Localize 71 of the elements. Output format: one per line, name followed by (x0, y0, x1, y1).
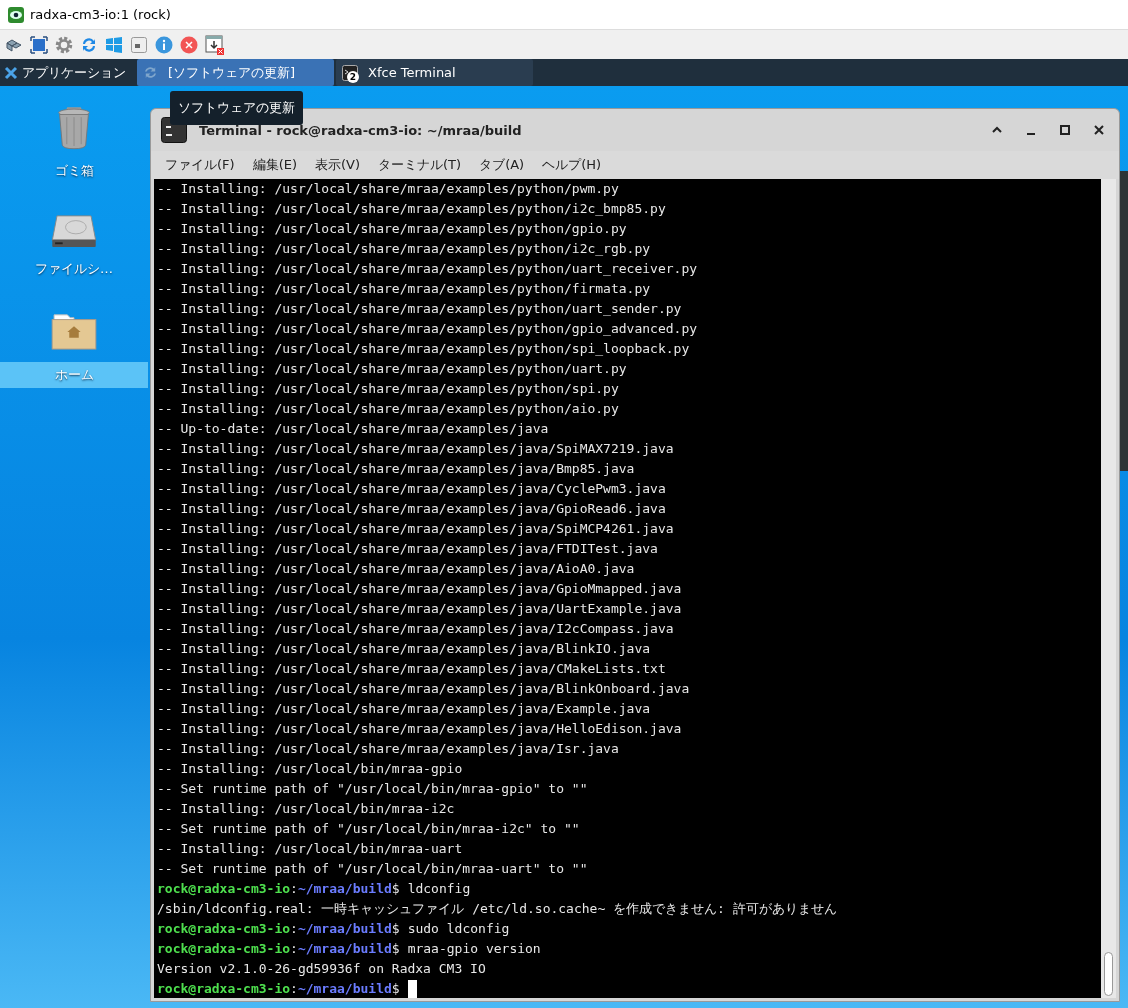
applications-menu[interactable]: アプリケーション (0, 59, 136, 86)
output-line: -- Installing: /usr/local/share/mraa/examples/python/pwm.py (157, 180, 620, 198)
output-line: Version v2.1.0-26-gd59936f on Radxa CM3 IO (157, 960, 487, 978)
menu-item[interactable]: 表示(V) (315, 156, 361, 174)
output-line: -- Installing: /usr/local/share/mraa/examples/java/SpiMCP4261.java (157, 520, 675, 538)
menu-item[interactable]: ターミナル(T) (378, 156, 462, 174)
output-line: -- Installing: /usr/local/share/mraa/examples/java/HelloEdison.java (157, 720, 683, 738)
tooltip: ソフトウェアの更新 (170, 91, 303, 125)
refresh-icon[interactable] (80, 35, 98, 54)
output-line: -- Installing: /usr/local/share/mraa/examples/java/BlinkOnboard.java (157, 680, 691, 698)
output-line: -- Installing: /usr/local/share/mraa/examples/python/spi_loopback.py (157, 340, 691, 358)
output-line: -- Installing: /usr/local/bin/mraa-uart (157, 840, 464, 858)
output-line: -- Installing: /usr/local/share/mraa/examples/java/I2cCompass.java (157, 620, 675, 638)
output-line: -- Installing: /usr/local/share/mraa/examples/python/i2c_bmp85.py (157, 200, 667, 218)
output-line: -- Installing: /usr/local/share/mraa/examples/java/CMakeLists.txt (157, 660, 667, 678)
shell-prompt: rock@radxa-cm3-io:~/mraa/build$ (157, 920, 400, 938)
taskbar-button[interactable]: [ソフトウェアの更新] (137, 59, 334, 86)
output-line: -- Set runtime path of "/usr/local/bin/mraa-uart" to "" (157, 860, 589, 878)
refresh-icon (143, 65, 158, 80)
maximize-icon[interactable] (1059, 124, 1071, 136)
window-title: Terminal - rock@radxa-cm3-io: ~/mraa/build (199, 122, 523, 138)
output-line: -- Up-to-date: /usr/local/share/mraa/examples/java (157, 420, 550, 438)
windows-logo-icon[interactable] (105, 35, 123, 54)
output-line: -- Installing: /usr/local/share/mraa/examples/java/AioA0.java (157, 560, 636, 578)
output-line: -- Installing: /usr/local/share/mraa/examples/python/gpio.py (157, 220, 628, 238)
xfce-x-icon (4, 65, 18, 80)
output-line: -- Installing: /usr/local/bin/mraa-gpio (157, 760, 464, 778)
output-line: -- Installing: /usr/local/share/mraa/examples/java/Isr.java (157, 740, 620, 758)
taskbar-button[interactable]: 2 Xfce Terminal (336, 59, 533, 86)
output-line: -- Installing: /usr/local/share/mraa/examples/java/UartExample.java (157, 600, 683, 618)
output-line: -- Installing: /usr/local/share/mraa/examples/python/gpio_advanced.py (157, 320, 699, 338)
output-line: -- Installing: /usr/local/bin/mraa-i2c (157, 800, 456, 818)
fullscreen-icon[interactable] (30, 35, 48, 54)
output-line: -- Installing: /usr/local/share/mraa/examples/java/Example.java (157, 700, 652, 718)
output-line: -- Installing: /usr/local/share/mraa/examples/java/BlinkIO.java (157, 640, 652, 658)
menu-item[interactable]: ヘルプ(H) (542, 156, 602, 174)
shell-prompt: rock@radxa-cm3-io:~/mraa/build$ (157, 880, 400, 898)
home-folder-icon[interactable] (51, 312, 97, 350)
key-icon[interactable] (130, 35, 148, 54)
hard-drive-icon[interactable] (51, 214, 97, 248)
output-line: /sbin/ldconfig.real: 一時キャッシュファイル /etc/ld.so.cache~ を作成できません: 許可がありません (157, 900, 838, 918)
output-line: -- Installing: /usr/local/share/mraa/examples/java/SpiMAX7219.java (157, 440, 675, 458)
output-line: -- Set runtime path of "/usr/local/bin/mraa-i2c" to "" (157, 820, 581, 838)
download-window-icon[interactable] (205, 34, 225, 55)
scrollbar-thumb[interactable] (1104, 952, 1113, 996)
menu-item[interactable]: ファイル(F) (165, 156, 235, 174)
output-line: -- Set runtime path of "/usr/local/bin/mraa-gpio" to "" (157, 780, 589, 798)
output-line: -- Installing: /usr/local/share/mraa/examples/python/uart_sender.py (157, 300, 683, 318)
output-line: -- Installing: /usr/local/share/mraa/examples/java/Bmp85.java (157, 460, 636, 478)
output-line: -- Installing: /usr/local/share/mraa/examples/python/i2c_rgb.py (157, 240, 652, 258)
shell-prompt: rock@radxa-cm3-io:~/mraa/build$ (157, 940, 400, 958)
command-text: sudo ldconfig (407, 920, 510, 938)
info-icon[interactable] (155, 35, 173, 54)
menu-item[interactable]: 編集(E) (252, 156, 297, 174)
command-text: mraa-gpio version (407, 940, 541, 958)
command-text: ldconfig (407, 880, 471, 898)
output-line: -- Installing: /usr/local/share/mraa/examples/java/FTDITest.java (157, 540, 659, 558)
menu-item[interactable]: タブ(A) (479, 156, 525, 174)
eye-icon (8, 6, 24, 23)
output-line: -- Installing: /usr/local/share/mraa/examples/java/CyclePwm3.java (157, 480, 667, 498)
output-line: -- Installing: /usr/local/share/mraa/examples/java/GpioRead6.java (157, 500, 667, 518)
output-line: -- Installing: /usr/local/share/mraa/examples/python/spi.py (157, 380, 620, 398)
shell-prompt: rock@radxa-cm3-io:~/mraa/build$ (157, 980, 400, 998)
settings-icon[interactable] (55, 35, 73, 54)
output-line: -- Installing: /usr/local/share/mraa/examples/python/firmata.py (157, 280, 652, 298)
output-line: -- Installing: /usr/local/share/mraa/examples/python/aio.py (157, 400, 620, 418)
window-title: radxa-cm3-io:1 (rock) (30, 7, 171, 22)
output-line: -- Installing: /usr/local/share/mraa/examples/python/uart.py (157, 360, 628, 378)
close-icon[interactable] (1093, 124, 1105, 136)
output-line: -- Installing: /usr/local/share/mraa/examples/java/GpioMmapped.java (157, 580, 683, 598)
output-line: -- Installing: /usr/local/share/mraa/examples/python/uart_receiver.py (157, 260, 699, 278)
